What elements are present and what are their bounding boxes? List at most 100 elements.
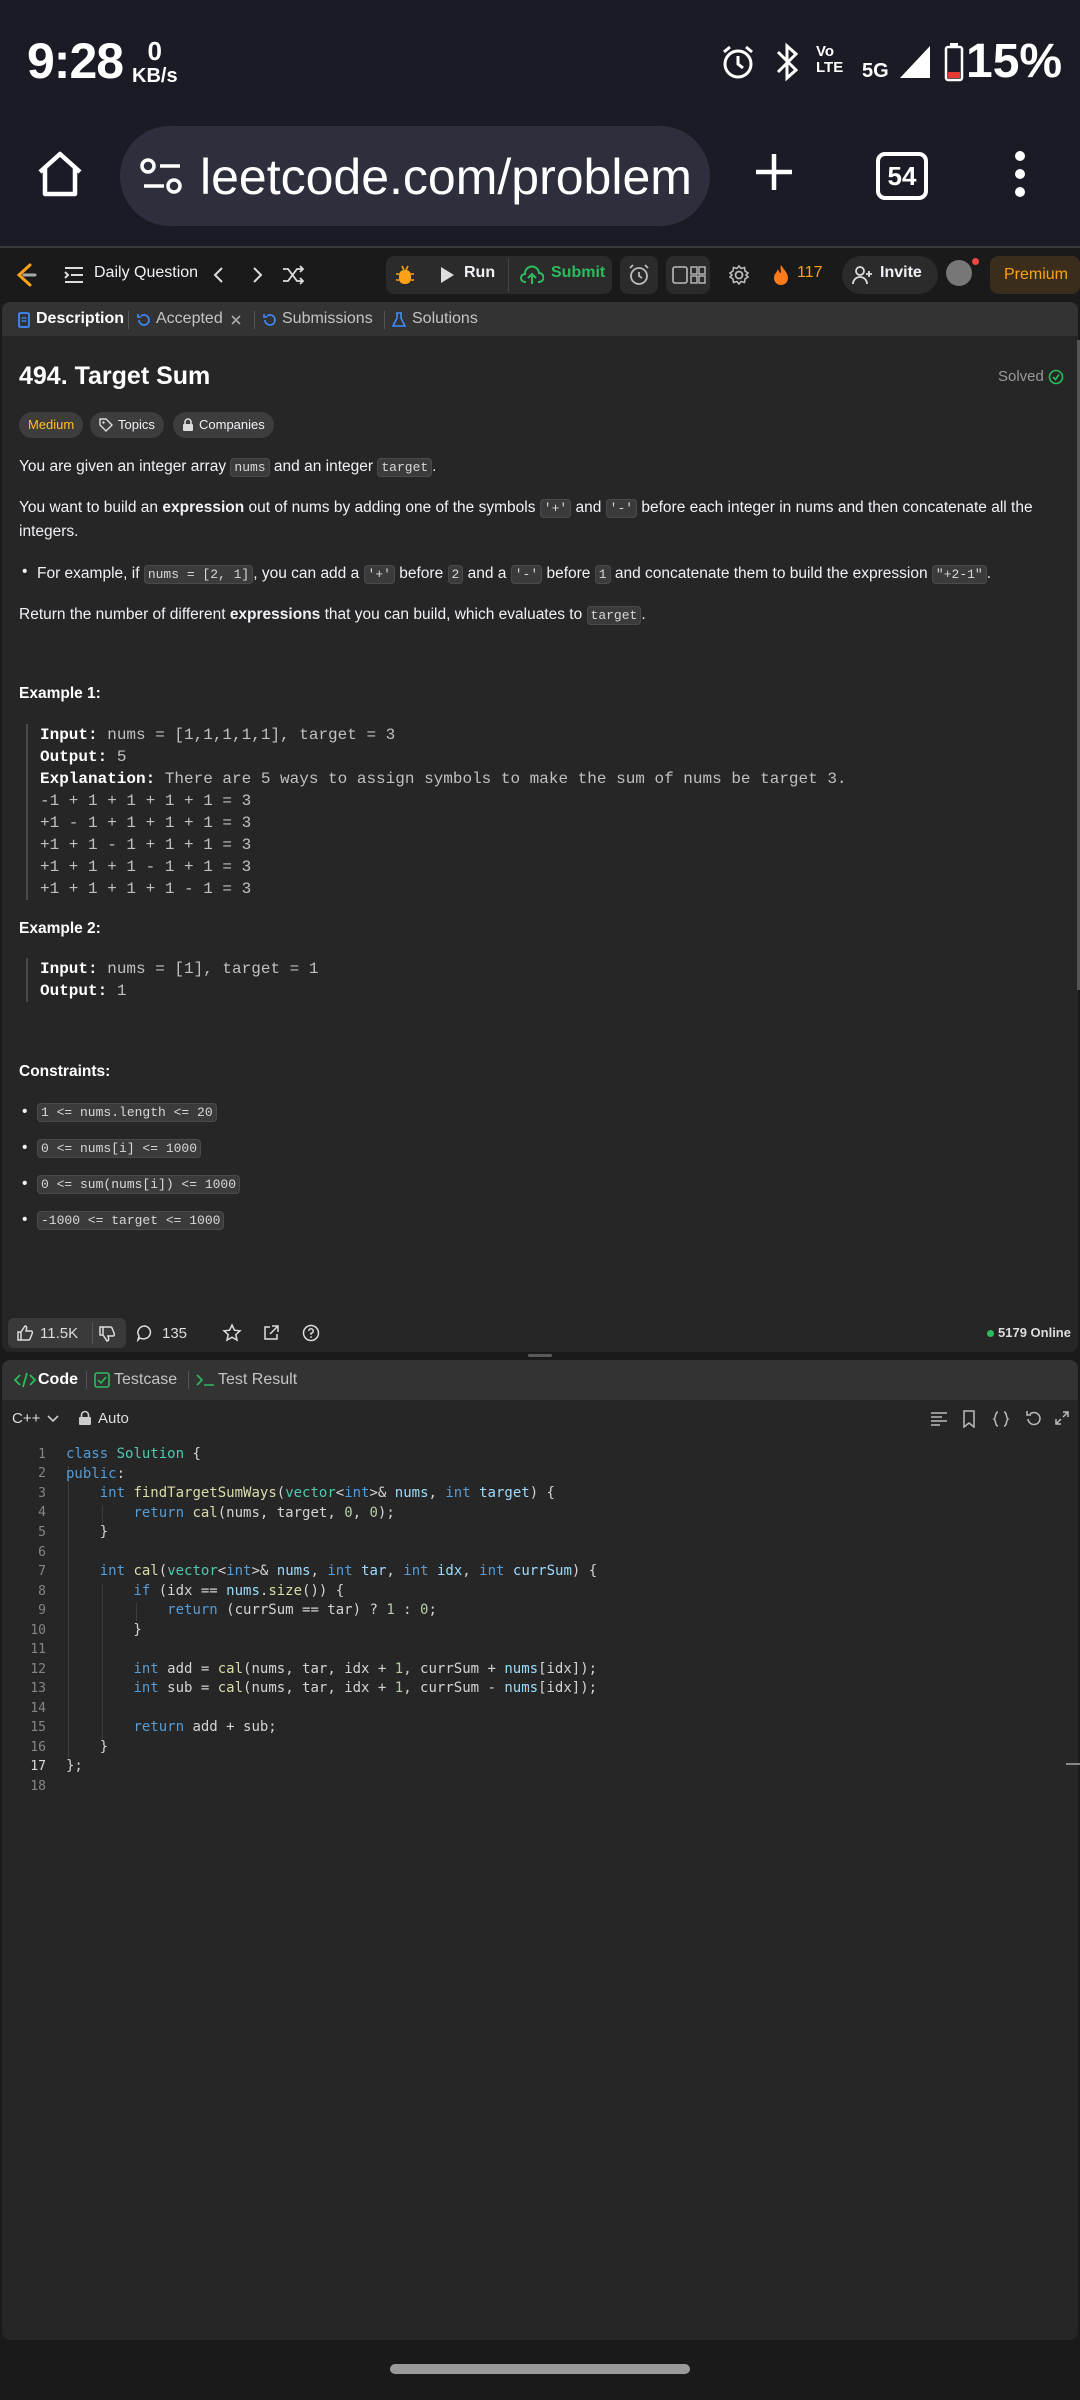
topics-button[interactable]: Topics — [90, 412, 164, 438]
tab-testcase[interactable]: Testcase — [114, 1371, 177, 1389]
line-number: 4 — [38, 1505, 46, 1520]
code-line[interactable] — [66, 1641, 74, 1657]
home-icon[interactable] — [34, 148, 86, 200]
submissions-history-icon — [263, 314, 276, 326]
close-icon[interactable] — [230, 314, 242, 326]
share-icon[interactable] — [262, 1324, 280, 1342]
inline-code: '-' — [510, 565, 543, 584]
editor-scroll-marker — [1066, 1763, 1080, 1765]
chevron-down-icon[interactable] — [46, 1413, 60, 1425]
code-line[interactable]: return cal(nums, target, 0, 0); — [66, 1505, 394, 1521]
tab-test-result[interactable]: Test Result — [218, 1371, 297, 1389]
companies-button[interactable]: Companies — [173, 412, 274, 438]
comment-icon[interactable] — [136, 1324, 154, 1342]
line-number: 15 — [30, 1720, 46, 1735]
thumbs-down-icon[interactable] — [98, 1325, 116, 1343]
code-line[interactable]: } — [66, 1622, 141, 1638]
thumbs-up-icon[interactable] — [16, 1324, 34, 1342]
code-line[interactable]: return (currSum == tar) ? 1 : 0; — [66, 1602, 437, 1618]
submit-button[interactable]: Submit — [551, 264, 605, 282]
tab-submissions[interactable]: Submissions — [282, 310, 373, 328]
bookmark-icon[interactable] — [962, 1410, 976, 1428]
status-bar: 9:28 0 KB/s Vo LTE 5G 15% — [0, 0, 1080, 120]
comments-count[interactable]: 135 — [162, 1325, 187, 1342]
bluetooth-icon — [776, 42, 799, 82]
code-line[interactable]: public: — [66, 1466, 125, 1482]
companies-label: Companies — [199, 417, 265, 432]
inline-code: "+2-1" — [931, 565, 987, 584]
code-line[interactable]: int findTargetSumWays(vector<int>& nums,… — [66, 1485, 555, 1501]
desc-paragraph-3: Return the number of different expressio… — [19, 606, 646, 625]
play-icon — [441, 267, 454, 283]
difficulty-badge: Medium — [19, 412, 84, 438]
site-settings-icon[interactable] — [140, 156, 184, 196]
home-gesture-bar[interactable] — [390, 2364, 690, 2374]
debug-icon[interactable] — [394, 264, 416, 286]
net-speed-value: 0 — [147, 36, 163, 66]
avatar[interactable] — [946, 260, 972, 286]
tab-switcher-button[interactable]: 54 — [876, 152, 928, 200]
address-bar[interactable]: leetcode.com/problem — [120, 126, 710, 226]
new-tab-icon[interactable] — [752, 150, 796, 194]
tab-accepted[interactable]: Accepted — [156, 310, 223, 328]
tab-description[interactable]: Description — [36, 310, 124, 328]
format-icon[interactable] — [930, 1411, 948, 1427]
signal-icon — [900, 46, 930, 78]
code-line[interactable]: if (idx == nums.size()) { — [66, 1583, 344, 1599]
document-icon — [18, 312, 30, 328]
lock-icon — [79, 1410, 91, 1425]
shuffle-icon[interactable] — [282, 265, 304, 285]
resize-handle[interactable] — [528, 1354, 552, 1357]
line-number: 7 — [38, 1564, 46, 1579]
line-number: 16 — [30, 1740, 46, 1755]
problem-list-icon[interactable] — [64, 266, 84, 284]
inline-code: nums = [2, 1] — [143, 565, 254, 584]
cloud-upload-icon — [520, 265, 544, 284]
code-line[interactable]: return add + sub; — [66, 1719, 276, 1735]
code-line[interactable]: int cal(vector<int>& nums, int tar, int … — [66, 1563, 597, 1579]
line-number: 18 — [30, 1779, 46, 1794]
code-line[interactable]: }; — [66, 1758, 83, 1774]
braces-icon[interactable] — [992, 1410, 1010, 1428]
online-count: 5179 Online — [998, 1325, 1071, 1340]
constraint-item: -1000 <= target <= 1000 — [37, 1211, 225, 1230]
code-line[interactable]: int sub = cal(nums, tar, idx + 1, currSu… — [66, 1680, 597, 1696]
solved-label: Solved — [998, 368, 1044, 385]
tag-icon — [99, 418, 113, 432]
check-circle-icon — [1048, 369, 1064, 385]
help-icon[interactable] — [302, 1324, 320, 1342]
language-selector[interactable]: C++ — [12, 1410, 40, 1427]
line-number: 1 — [38, 1447, 46, 1462]
expand-icon[interactable] — [1054, 1410, 1070, 1426]
code-line[interactable]: } — [66, 1524, 108, 1540]
run-button[interactable]: Run — [464, 264, 495, 282]
code-line[interactable] — [66, 1700, 74, 1716]
problem-title[interactable]: 494. Target Sum — [19, 362, 210, 391]
chevron-right-icon[interactable] — [250, 266, 264, 284]
daily-question-link[interactable]: Daily Question — [94, 264, 198, 282]
line-number: 9 — [38, 1603, 46, 1618]
streak-fire-icon — [774, 265, 788, 285]
code-line[interactable]: int add = cal(nums, tar, idx + 1, currSu… — [66, 1661, 597, 1677]
auto-mode[interactable]: Auto — [98, 1410, 129, 1427]
code-line[interactable]: } — [66, 1739, 108, 1755]
inline-code: '+' — [539, 499, 572, 518]
chevron-left-icon[interactable] — [212, 266, 226, 284]
settings-icon[interactable] — [728, 264, 750, 286]
star-icon[interactable] — [222, 1323, 242, 1343]
code-line[interactable] — [66, 1544, 74, 1560]
more-options-icon[interactable] — [1006, 148, 1034, 200]
line-number: 13 — [30, 1681, 46, 1696]
code-icon — [14, 1372, 36, 1388]
reset-icon[interactable] — [1024, 1410, 1042, 1428]
net-speed-unit: KB/s — [132, 65, 178, 87]
streak-count[interactable]: 117 — [797, 264, 823, 282]
code-line[interactable]: class Solution { — [66, 1446, 201, 1462]
leetcode-logo-icon[interactable] — [14, 262, 38, 288]
inline-code: '-' — [605, 499, 638, 518]
line-number: 11 — [30, 1642, 46, 1657]
tab-code[interactable]: Code — [38, 1371, 78, 1389]
tab-solutions[interactable]: Solutions — [412, 310, 478, 328]
lock-icon — [183, 418, 193, 431]
battery-icon — [944, 43, 964, 82]
